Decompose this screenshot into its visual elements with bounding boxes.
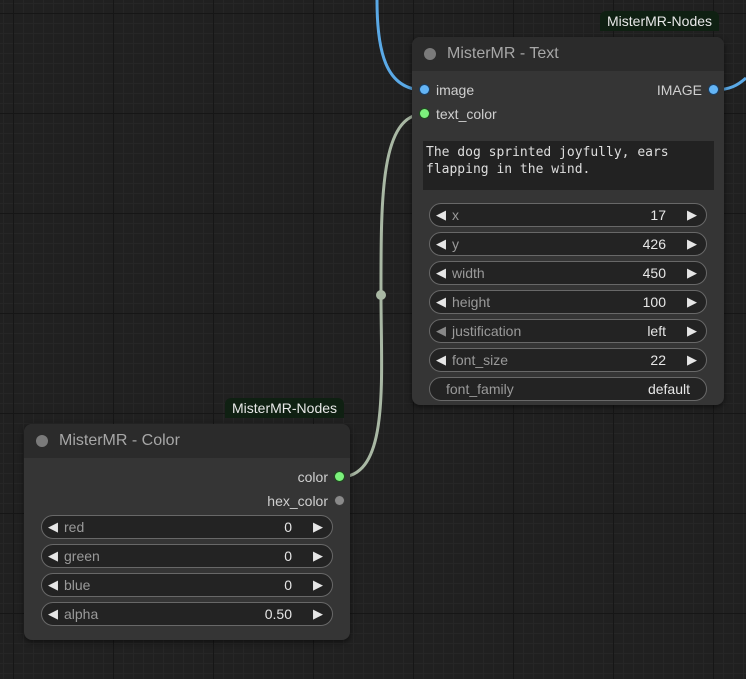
increment-icon[interactable]: ▶ xyxy=(687,204,697,226)
image-input-label: image xyxy=(436,82,475,98)
increment-icon[interactable]: ▶ xyxy=(313,545,323,567)
widget-justification[interactable]: ◀ justification left ▶ xyxy=(429,319,707,343)
widget-green[interactable]: ◀ green 0 ▶ xyxy=(41,544,333,568)
widget-height[interactable]: ◀ height 100 ▶ xyxy=(429,290,707,314)
widget-width[interactable]: ◀ width 450 ▶ xyxy=(429,261,707,285)
increment-icon[interactable]: ▶ xyxy=(313,574,323,596)
widget-font-family-value: default xyxy=(647,381,690,397)
color-node-title-bar[interactable]: MisterMR - Color xyxy=(24,424,350,458)
widget-width-value: 450 xyxy=(642,265,666,281)
color-output-label: color xyxy=(297,469,328,485)
image-output-label: IMAGE xyxy=(656,82,702,98)
widget-blue-label: blue xyxy=(64,577,91,593)
widget-font-size[interactable]: ◀ font_size 22 ▶ xyxy=(429,348,707,372)
widget-x-label: x xyxy=(452,207,459,223)
output-slot-image[interactable]: IMAGE xyxy=(604,79,724,101)
widget-red[interactable]: ◀ red 0 ▶ xyxy=(41,515,333,539)
color-node-title: MisterMR - Color xyxy=(59,432,180,449)
widget-blue[interactable]: ◀ blue 0 ▶ xyxy=(41,573,333,597)
decrement-icon[interactable]: ◀ xyxy=(436,320,446,342)
decrement-icon[interactable]: ◀ xyxy=(436,349,446,371)
widget-justification-value: left xyxy=(647,323,666,339)
text-node-badge: MisterMR-Nodes xyxy=(600,11,720,31)
widget-font-family-label: font_family xyxy=(446,381,514,397)
increment-icon[interactable]: ▶ xyxy=(687,291,697,313)
increment-icon[interactable]: ▶ xyxy=(687,349,697,371)
widget-red-value: 0 xyxy=(284,519,292,535)
widget-font-size-label: font_size xyxy=(452,352,509,368)
decrement-icon[interactable]: ◀ xyxy=(48,574,58,596)
output-slot-hex-color[interactable]: hex_color xyxy=(24,490,350,512)
text-color-input-label: text_color xyxy=(436,106,497,122)
widget-font-size-value: 22 xyxy=(650,352,666,368)
hex-color-output-label: hex_color xyxy=(267,493,328,509)
decrement-icon[interactable]: ◀ xyxy=(48,603,58,625)
widget-alpha-value: 0.50 xyxy=(264,606,292,622)
increment-icon[interactable]: ▶ xyxy=(313,603,323,625)
widget-x-value: 17 xyxy=(650,207,666,223)
decrement-icon[interactable]: ◀ xyxy=(436,204,446,226)
input-slot-text-color[interactable]: text_color xyxy=(412,103,724,125)
widget-blue-value: 0 xyxy=(284,577,292,593)
text-input-area[interactable]: The dog sprinted joyfully, ears flapping… xyxy=(423,141,714,190)
color-node[interactable]: MisterMR - Color color hex_color ◀ red 0… xyxy=(24,424,350,640)
widget-green-label: green xyxy=(64,548,100,564)
decrement-icon[interactable]: ◀ xyxy=(48,545,58,567)
widget-alpha-label: alpha xyxy=(64,606,99,622)
color-output-dot-icon[interactable] xyxy=(335,472,344,481)
color-node-badge: MisterMR-Nodes xyxy=(225,398,345,418)
hex-color-output-dot-icon[interactable] xyxy=(335,496,344,505)
decrement-icon[interactable]: ◀ xyxy=(436,233,446,255)
increment-icon[interactable]: ▶ xyxy=(687,262,697,284)
widget-red-label: red xyxy=(64,519,85,535)
decrement-icon[interactable]: ◀ xyxy=(48,516,58,538)
widget-y[interactable]: ◀ y 426 ▶ xyxy=(429,232,707,256)
text-color-input-dot-icon[interactable] xyxy=(420,109,429,118)
collapse-dot-icon[interactable] xyxy=(36,435,48,447)
increment-icon[interactable]: ▶ xyxy=(313,516,323,538)
widget-y-label: y xyxy=(452,236,459,252)
collapse-dot-icon[interactable] xyxy=(424,48,436,60)
text-node-title-bar[interactable]: MisterMR - Text xyxy=(412,37,724,71)
increment-icon[interactable]: ▶ xyxy=(687,320,697,342)
widget-height-value: 100 xyxy=(642,294,666,310)
link-midpoint-handle[interactable] xyxy=(376,290,386,300)
widget-height-label: height xyxy=(452,294,491,310)
widget-width-label: width xyxy=(452,265,485,281)
image-input-dot-icon[interactable] xyxy=(420,85,429,94)
widget-x[interactable]: ◀ x 17 ▶ xyxy=(429,203,707,227)
widget-alpha[interactable]: ◀ alpha 0.50 ▶ xyxy=(41,602,333,626)
image-output-dot-icon[interactable] xyxy=(709,85,718,94)
decrement-icon[interactable]: ◀ xyxy=(436,262,446,284)
increment-icon[interactable]: ▶ xyxy=(687,233,697,255)
output-slot-color[interactable]: color xyxy=(24,466,350,488)
widget-green-value: 0 xyxy=(284,548,292,564)
widget-justification-label: justification xyxy=(452,323,522,339)
widget-font-family[interactable]: font_family default xyxy=(429,377,707,401)
widget-y-value: 426 xyxy=(642,236,666,252)
decrement-icon[interactable]: ◀ xyxy=(436,291,446,313)
text-node-title: MisterMR - Text xyxy=(447,45,559,62)
text-node[interactable]: MisterMR - Text image IMAGE text_color T… xyxy=(412,37,724,405)
